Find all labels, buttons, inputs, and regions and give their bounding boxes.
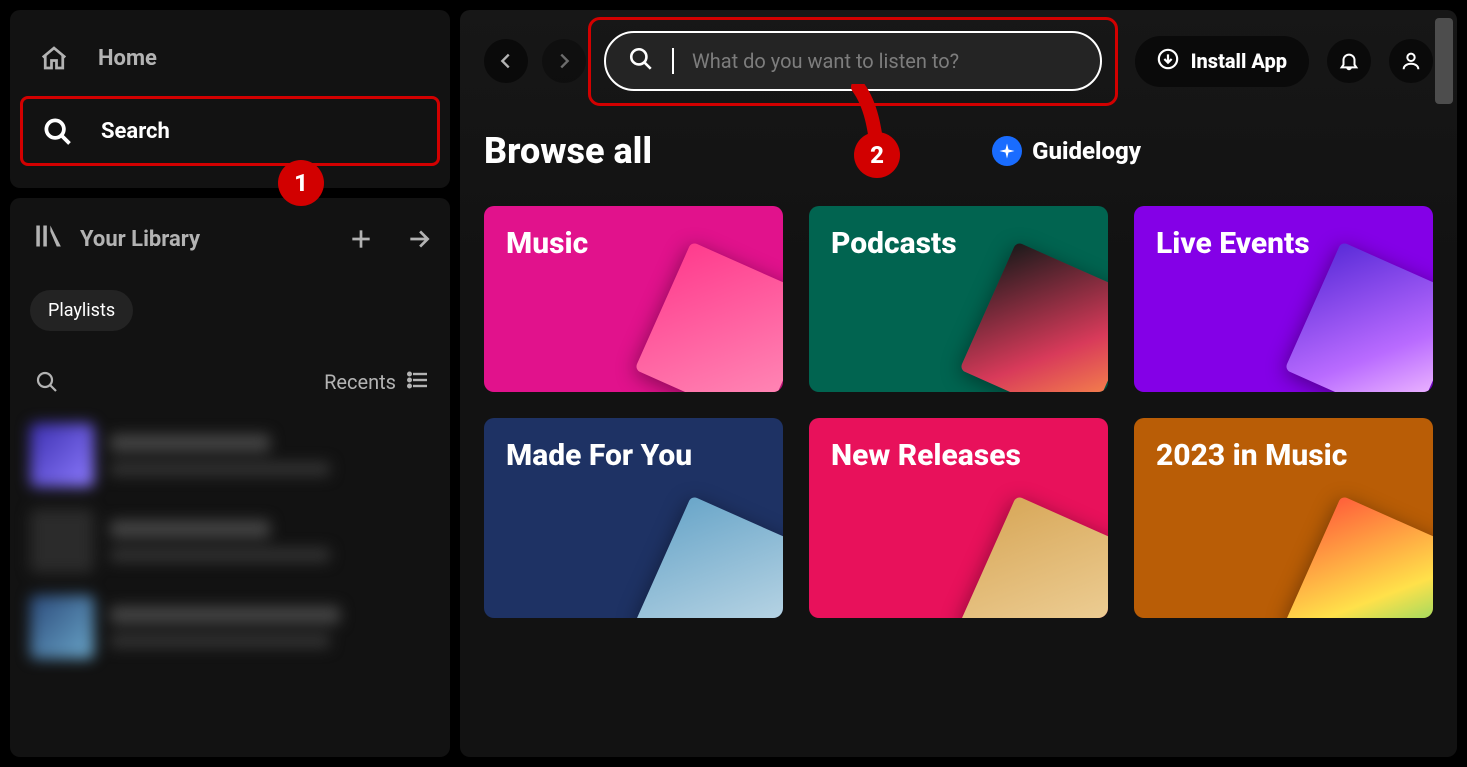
watermark-icon [992,136,1022,166]
card-live-events[interactable]: Live Events [1134,206,1433,392]
card-art [635,242,783,392]
text-caret [672,48,674,74]
scrollbar-thumb[interactable] [1435,18,1453,104]
card-2023-in-music[interactable]: 2023 in Music [1134,418,1433,618]
card-art [635,496,783,618]
card-new-releases[interactable]: New Releases [809,418,1108,618]
recents-label: Recents [324,370,396,394]
playlist-art [30,595,94,659]
nav-forward-button[interactable] [542,39,586,83]
list-item[interactable] [30,423,430,487]
home-icon [38,42,70,74]
card-made-for-you[interactable]: Made For You [484,418,783,618]
card-art [960,496,1108,618]
nav-home[interactable]: Home [20,26,440,90]
playlist-list [24,423,436,659]
playlist-art [30,423,94,487]
card-music[interactable]: Music [484,206,783,392]
card-podcasts[interactable]: Podcasts [809,206,1108,392]
library-search-button[interactable] [30,365,64,399]
search-box[interactable] [604,31,1102,91]
list-icon [406,368,430,397]
card-art [960,242,1108,392]
topbar: Install App [460,10,1457,112]
nav-home-label: Home [98,46,157,71]
library-panel: Your Library Playlists [10,198,450,757]
scrollbar[interactable] [1435,18,1453,749]
watermark-label: Guidelogy [1032,137,1141,165]
your-library[interactable]: Your Library [24,216,344,262]
card-label: 2023 in Music [1156,438,1347,473]
notifications-button[interactable] [1327,39,1371,83]
playlist-art [30,509,94,573]
library-icon [34,222,62,256]
browse-all-heading: Browse all [484,130,652,172]
create-playlist-button[interactable] [344,222,378,256]
watermark: Guidelogy [992,136,1141,166]
card-label: Podcasts [831,226,957,261]
chip-playlists[interactable]: Playlists [30,290,133,331]
main-panel: Install App 2 Bro [460,10,1457,757]
nav-search[interactable]: Search [20,96,440,166]
install-app-button[interactable]: Install App [1135,36,1309,87]
search-icon [628,46,654,76]
card-label: Made For You [506,438,692,473]
card-label: New Releases [831,438,1021,473]
profile-button[interactable] [1389,39,1433,83]
card-art [1285,242,1433,392]
list-item[interactable] [30,595,430,659]
nav-search-label: Search [101,119,170,144]
install-app-label: Install App [1191,49,1287,73]
card-label: Music [506,226,588,261]
your-library-label: Your Library [80,227,200,252]
download-icon [1157,48,1179,75]
search-input[interactable] [692,49,1078,73]
search-icon [41,115,73,147]
nav-back-button[interactable] [484,39,528,83]
list-item[interactable] [30,509,430,573]
browse-grid: Music Podcasts Live Events Made For You [484,206,1433,618]
recents-sort[interactable]: Recents [324,368,430,397]
card-label: Live Events [1156,226,1310,261]
nav-panel: Home Search 1 [10,10,450,188]
card-art [1285,496,1433,618]
show-more-arrow[interactable] [402,222,436,256]
